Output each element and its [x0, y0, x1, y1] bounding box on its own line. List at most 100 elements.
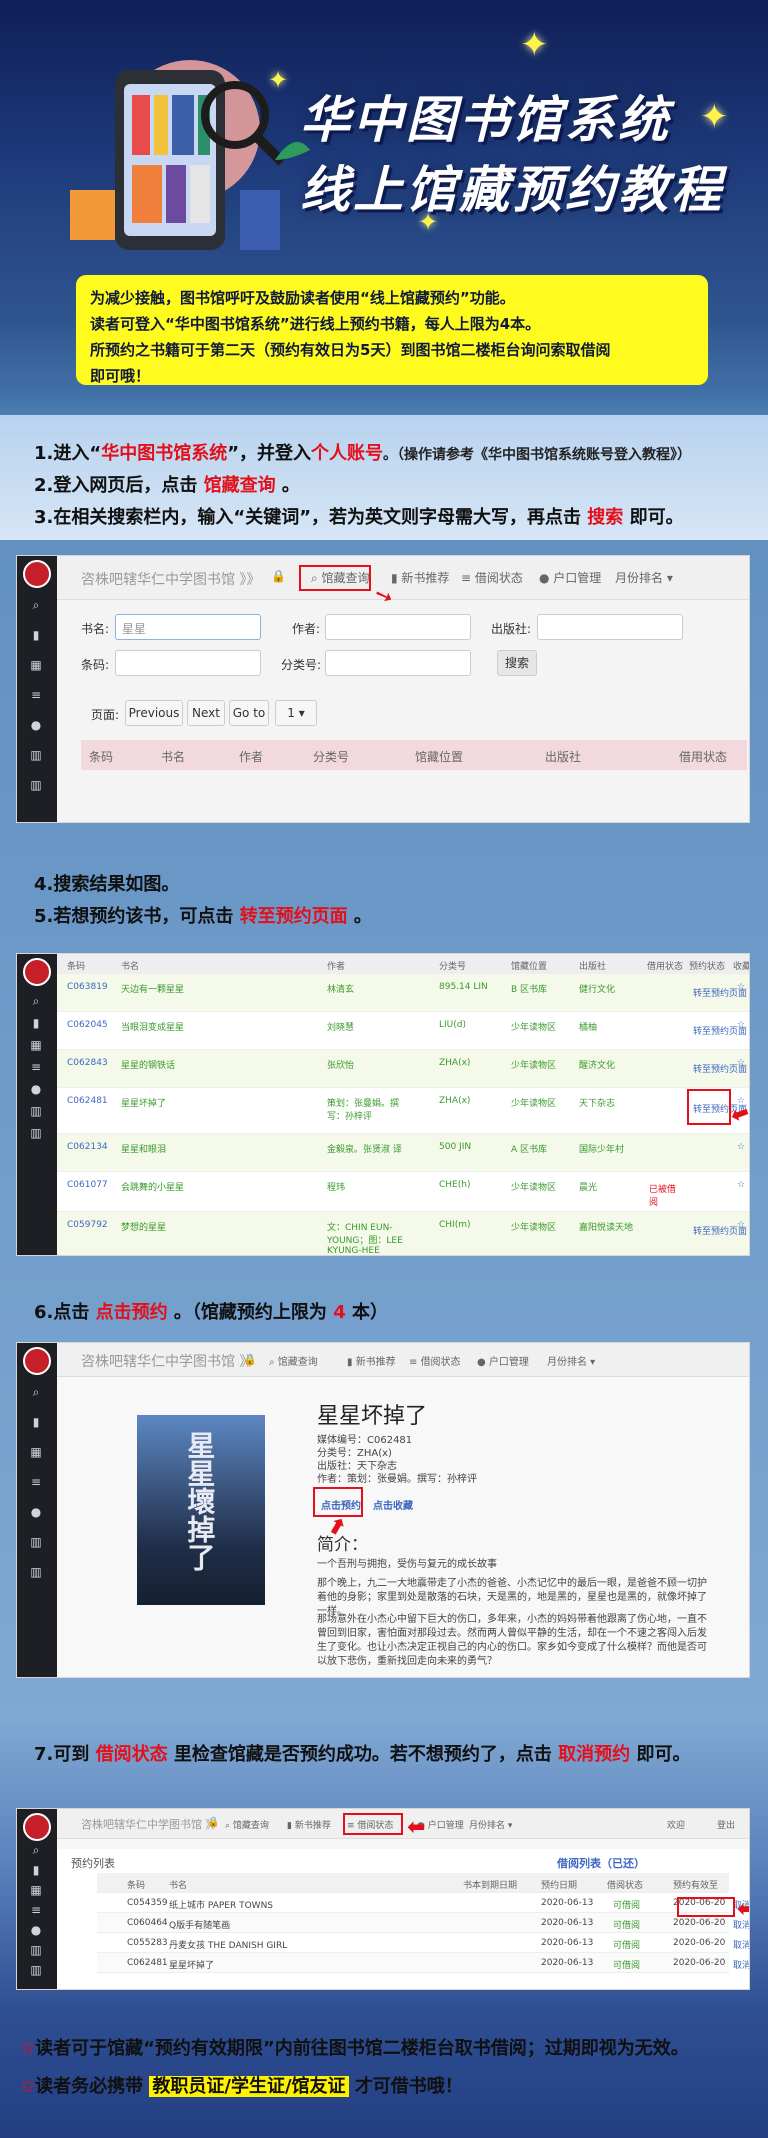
favorite-star-icon[interactable]: ☆ [737, 1058, 745, 1068]
grid-icon[interactable]: ▦ [29, 1445, 43, 1459]
logout-link[interactable]: 登出 [717, 1818, 735, 1831]
search-icon[interactable]: ⌕ [29, 994, 43, 1008]
cancel-reservation-button[interactable]: 取消预约 [733, 1938, 749, 1951]
prev-page-button[interactable]: Previous [125, 700, 183, 726]
sparkle-star-icon: ✦ [700, 97, 729, 137]
favorite-button[interactable]: 点击收藏 [373, 1497, 413, 1512]
list-icon[interactable]: ≡ [29, 1475, 43, 1489]
steps-1-3-band: 1.进入“华中图书馆系统”，并登入个人账号。（操作请参考《华中图书馆系统账号登入… [0, 415, 768, 540]
row-title[interactable]: 会跳舞的小星星 [121, 1180, 184, 1193]
cover-title: 星星壞掉了 [183, 1431, 217, 1571]
book-icon[interactable]: ▮ [29, 628, 43, 642]
bar-chart-icon[interactable]: ▥ [29, 1565, 43, 1579]
row-barcode[interactable]: C062481 [67, 1096, 108, 1106]
highlight-collection-search [299, 565, 371, 591]
step-7-band: 7.可到 借阅状态 里检查馆藏是否预约成功。若不想预约了，点击 取消预约 即可。 [0, 1740, 768, 1800]
nav-borrow-status[interactable]: ≡ 借阅状态 [409, 1353, 461, 1368]
list-icon[interactable]: ≡ [29, 1060, 43, 1074]
cancel-reservation-button[interactable]: 取消预约 [733, 1958, 749, 1971]
nav-collection-search[interactable]: ⌕ 馆藏查询 [225, 1818, 269, 1831]
search-icon[interactable]: ⌕ [29, 1843, 43, 1857]
row-title[interactable]: 星星和眼泪 [121, 1142, 166, 1155]
user-icon[interactable]: ● [29, 1923, 43, 1937]
nav-monthly-rank[interactable]: 月份排名 ▾ [469, 1818, 512, 1831]
nav-account-manage[interactable]: ● 户口管理 [477, 1353, 529, 1368]
footer-note-1: ✩读者可于馆藏“预约有效期限”内前往图书馆二楼柜台取书借阅；过期即视为无效。 [20, 2038, 689, 2059]
nav-account-manage[interactable]: ● 户口管理 [539, 569, 601, 586]
page-select[interactable]: 1 ▾ [275, 700, 317, 726]
results-table-header: 条码 书名 作者 分类号 馆藏位置 出版社 借用状态 [81, 740, 747, 770]
nav-collection-search[interactable]: ⌕ 馆藏查询 [269, 1353, 318, 1368]
table-row: C063819 天边有一颗星星 林清玄 895.14 LIN B 区书库 健行文… [57, 974, 749, 1012]
returned-list-title: 借阅列表（已还） [557, 1857, 645, 1870]
grid-icon[interactable]: ▦ [29, 1038, 43, 1052]
label-author: 作者: [292, 622, 321, 636]
bar-chart-icon[interactable]: ▥ [29, 778, 43, 792]
nav-monthly-rank[interactable]: 月份排名 ▾ [615, 569, 673, 586]
favorite-star-icon[interactable]: ☆ [737, 1020, 745, 1030]
user-icon[interactable]: ● [29, 718, 43, 732]
barcode-input[interactable] [115, 650, 261, 676]
row-barcode[interactable]: C061077 [67, 1180, 108, 1190]
row-barcode[interactable]: C062045 [67, 1020, 108, 1030]
grid-icon[interactable]: ▦ [29, 1883, 43, 1897]
bar-chart-icon[interactable]: ▥ [29, 748, 43, 762]
author-input[interactable] [325, 614, 471, 640]
bar-chart-icon[interactable]: ▥ [29, 1963, 43, 1977]
results-screenshot: ⌕ ▮ ▦ ≡ ● ▥ ▥ 条码 书名 作者 分类号 馆藏位置 出版社 借用状态… [16, 953, 750, 1256]
nav-borrow-status[interactable]: ≡ 借阅状态 [461, 569, 523, 586]
row-barcode[interactable]: C062843 [67, 1058, 108, 1068]
lock-icon[interactable]: 🔒 [271, 569, 286, 583]
col-location: 馆藏位置 [415, 750, 464, 764]
user-icon[interactable]: ● [29, 1082, 43, 1096]
nav-new-books[interactable]: ▮ 新书推荐 [391, 569, 449, 586]
user-greeting[interactable]: 欢迎 [667, 1818, 685, 1831]
row-barcode[interactable]: C062134 [67, 1142, 108, 1152]
row-title[interactable]: 天边有一颗星星 [121, 982, 184, 995]
library-brand[interactable]: 咨株吧辖华仁中学图书馆 》》 [81, 569, 260, 589]
row-title[interactable]: 当眼泪变成星星 [121, 1020, 184, 1033]
search-icon[interactable]: ⌕ [29, 598, 43, 612]
book-icon[interactable]: ▮ [29, 1415, 43, 1429]
favorite-star-icon[interactable]: ☆ [737, 1180, 745, 1190]
list-icon[interactable]: ≡ [29, 1903, 43, 1917]
pointer-arrow-icon: ⬅ [407, 1815, 426, 1840]
library-brand[interactable]: 咨株吧辖华仁中学图书馆 》》 [81, 1351, 260, 1371]
nav-monthly-rank[interactable]: 月份排名 ▾ [547, 1353, 595, 1368]
highlight-reserve-button [313, 1487, 363, 1517]
row-barcode[interactable]: C063819 [67, 982, 108, 992]
lock-icon[interactable]: 🔒 [243, 1353, 257, 1366]
grid-icon[interactable]: ▦ [29, 658, 43, 672]
nav-new-books[interactable]: ▮ 新书推荐 [347, 1353, 396, 1368]
favorite-star-icon[interactable]: ☆ [737, 1142, 745, 1152]
book-icon[interactable]: ▮ [29, 1016, 43, 1030]
bar-chart-icon[interactable]: ▥ [29, 1104, 43, 1118]
lock-icon[interactable]: 🔒 [207, 1817, 219, 1828]
step-3: 3.在相关搜索栏内，输入“关键词”，若为英文则字母需大写，再点击 搜索 即可。 [34, 507, 684, 528]
bar-chart-icon[interactable]: ▥ [29, 1535, 43, 1549]
row-title[interactable]: 星星的钢铁话 [121, 1058, 175, 1071]
school-logo-icon [23, 1347, 51, 1375]
goto-page-button[interactable]: Go to [229, 700, 269, 726]
bar-chart-icon[interactable]: ▥ [29, 1943, 43, 1957]
library-brand[interactable]: 咨株吧辖华仁中学图书馆 》》 [81, 1816, 222, 1832]
search-button[interactable]: 搜索 [497, 650, 537, 676]
favorite-star-icon[interactable]: ☆ [737, 982, 745, 992]
favorite-star-icon[interactable]: ☆ [737, 1220, 745, 1230]
user-icon[interactable]: ● [29, 1505, 43, 1519]
title-input[interactable]: 星星 [115, 614, 261, 640]
nav-new-books[interactable]: ▮ 新书推荐 [287, 1818, 331, 1831]
table-row: C059792 梦想的星星 文：CHIN EUN-YOUNG；图：LEE KYU… [57, 1212, 749, 1255]
row-barcode[interactable]: C059792 [67, 1220, 108, 1230]
class-input[interactable] [325, 650, 471, 676]
search-page-screenshot: ⌕ ▮ ▦ ≡ ● ▥ ▥ 咨株吧辖华仁中学图书馆 》》 🔒 ⌕ 馆藏查询 ▮ … [16, 555, 750, 823]
publisher-input[interactable] [537, 614, 683, 640]
book-icon[interactable]: ▮ [29, 1863, 43, 1877]
search-icon[interactable]: ⌕ [29, 1385, 43, 1399]
list-icon[interactable]: ≡ [29, 688, 43, 702]
bar-chart-icon[interactable]: ▥ [29, 1126, 43, 1140]
row-title[interactable]: 梦想的星星 [121, 1220, 166, 1233]
hero-banner: ✦ ✦ ✦ ✦ 华中图书馆系统 线上馆藏预约教程 为减少接触，图书馆呼吁及鼓励读… [0, 0, 768, 410]
row-title[interactable]: 星星坏掉了 [121, 1096, 166, 1109]
next-page-button[interactable]: Next [187, 700, 225, 726]
